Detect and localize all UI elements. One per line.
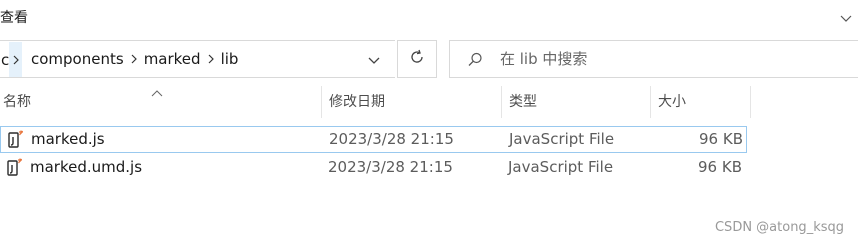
column-header-size[interactable]: 大小 (658, 86, 750, 118)
refresh-button[interactable] (397, 40, 437, 78)
search-icon (466, 51, 484, 69)
column-divider[interactable] (321, 86, 322, 118)
address-truncated-segment[interactable]: c (1, 41, 9, 79)
file-name[interactable]: marked.umd.js (30, 155, 142, 180)
refresh-icon (408, 48, 426, 70)
file-name[interactable]: marked.js (31, 127, 105, 152)
file-type: JavaScript File (508, 158, 614, 176)
search-box[interactable]: 在 lib 中搜索 (449, 40, 858, 78)
breadcrumb-separator-icon[interactable] (128, 41, 140, 77)
column-header-name[interactable]: 名称 (3, 86, 321, 118)
column-divider[interactable] (750, 86, 751, 118)
file-size: 96 KB (699, 130, 743, 148)
column-header-type[interactable]: 类型 (509, 86, 650, 118)
file-row[interactable]: marked.js 2023/3/28 21:15 JavaScript Fil… (0, 126, 747, 153)
ribbon-expand-icon[interactable] (838, 10, 854, 26)
breadcrumb-item-components[interactable]: components (27, 50, 128, 68)
breadcrumb-item-lib[interactable]: lib (217, 50, 243, 68)
file-size: 96 KB (698, 158, 742, 176)
file-modified: 2023/3/28 21:15 (328, 158, 453, 176)
breadcrumb: components marked lib (27, 41, 242, 77)
file-modified: 2023/3/28 21:15 (329, 130, 454, 148)
chevron-down-icon[interactable] (365, 51, 383, 69)
watermark: CSDN @atong_ksqg (714, 220, 844, 235)
view-menu[interactable]: 查看 (0, 8, 28, 28)
column-header-modified[interactable]: 修改日期 (329, 86, 501, 118)
column-divider[interactable] (650, 86, 651, 118)
javascript-file-icon (7, 130, 25, 150)
breadcrumb-separator-icon[interactable] (9, 42, 22, 77)
file-type: JavaScript File (509, 130, 615, 148)
breadcrumb-item-marked[interactable]: marked (140, 50, 205, 68)
search-placeholder: 在 lib 中搜索 (500, 50, 588, 68)
column-divider[interactable] (501, 86, 502, 118)
address-bar[interactable]: c components marked lib (0, 40, 395, 78)
file-row[interactable]: marked.umd.js 2023/3/28 21:15 JavaScript… (0, 155, 747, 182)
javascript-file-icon (6, 158, 24, 178)
breadcrumb-separator-icon[interactable] (205, 41, 217, 77)
